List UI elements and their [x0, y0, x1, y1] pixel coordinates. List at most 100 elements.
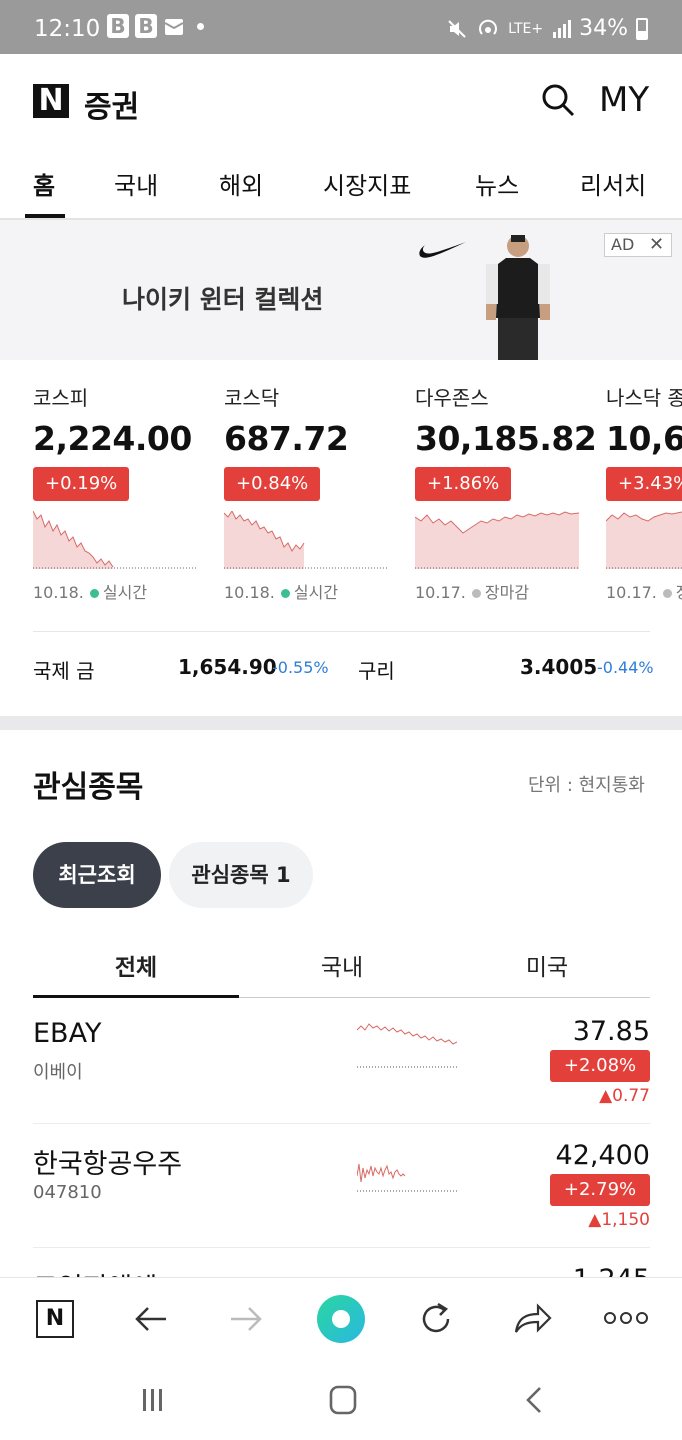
- stock-name: 한국항공우주: [33, 1149, 183, 1180]
- arrow-left-icon[interactable]: [134, 1300, 168, 1338]
- stock-code: 047810: [33, 1182, 102, 1203]
- ad-banner[interactable]: 나이키 윈터 컬렉션: [0, 220, 682, 360]
- nike-logo: [419, 242, 466, 258]
- tab-market-indicators[interactable]: 시장지표: [323, 166, 411, 201]
- commodity-value: 1,654.90: [178, 655, 277, 679]
- index-sparkline: [415, 511, 579, 569]
- search-icon[interactable]: [540, 82, 576, 118]
- index-footer: 10.17. 장마감: [415, 579, 595, 603]
- index-footer: 10.17. 장: [606, 579, 682, 603]
- stock-diff: ▲1,150: [588, 1210, 650, 1230]
- ad-text[interactable]: 나이키 윈터 컬렉션: [122, 280, 323, 316]
- index-footer: 10.18. 실시간: [33, 579, 213, 603]
- stock-rate-badge: +2.08%: [550, 1050, 650, 1082]
- index-card-kospi[interactable]: 코스피 2,224.00 +0.19% 10.18. 실시간: [33, 382, 213, 603]
- arrow-right-icon[interactable]: [229, 1300, 263, 1338]
- tab-overseas[interactable]: 해외: [219, 166, 263, 201]
- app-header: N 증권 MY: [0, 54, 682, 148]
- tab-research[interactable]: 리서치: [580, 166, 646, 201]
- divider: [33, 631, 650, 632]
- tab-home[interactable]: 홈: [33, 166, 55, 201]
- index-sparkline: [606, 511, 682, 569]
- status-bar: 12:10 B B LTE+ 34%: [0, 0, 682, 54]
- main-tabs: 홈 국내 해외 시장지표 뉴스 리서치: [0, 148, 682, 220]
- index-date: 10.18.: [33, 583, 84, 602]
- naver-logo[interactable]: N: [33, 84, 69, 118]
- index-sparkline: [33, 511, 197, 569]
- stock-name: EBAY: [33, 1018, 102, 1049]
- active-tab-indicator: [25, 214, 65, 218]
- browser-toolbar: N: [0, 1277, 682, 1363]
- battery-icon: [636, 17, 648, 40]
- network-type: LTE+: [508, 20, 544, 37]
- realtime-dot-icon: [89, 589, 99, 598]
- section-gap: [0, 716, 682, 730]
- more-icon[interactable]: [604, 1310, 648, 1326]
- back-button-icon[interactable]: [524, 1385, 544, 1415]
- ad-badge[interactable]: AD ✕: [604, 233, 672, 257]
- signal-icon: [553, 19, 572, 38]
- b-app-icon-2: B: [135, 14, 157, 38]
- index-name: 코스닥: [224, 386, 280, 410]
- battery-percent: 34%: [579, 16, 628, 41]
- naver-home-icon[interactable]: N: [36, 1300, 74, 1338]
- index-change-badge: +0.84%: [224, 467, 321, 501]
- index-value: 30,185.82: [415, 419, 597, 458]
- commodity-name[interactable]: 구리: [358, 655, 395, 684]
- commodity-value: 3.4005: [520, 655, 598, 679]
- commodity-name[interactable]: 국제 금: [33, 655, 95, 684]
- subtab-domestic[interactable]: 국내: [239, 948, 445, 982]
- tab-news[interactable]: 뉴스: [475, 166, 519, 201]
- index-card-nasdaq[interactable]: 나스닥 종 10,67 +3.43% 10.17. 장: [606, 382, 682, 603]
- index-status: 실시간: [293, 583, 339, 602]
- index-name: 다우존스: [415, 386, 489, 410]
- notification-icons: B B: [107, 14, 204, 38]
- stock-code: 이베이: [33, 1062, 83, 1083]
- refresh-icon[interactable]: [418, 1300, 454, 1338]
- status-time: 12:10: [34, 16, 101, 42]
- commodities-row: 국제 금 1,654.90 -0.55% 구리 3.4005 -0.44%: [0, 655, 682, 695]
- index-card-dow[interactable]: 다우존스 30,185.82 +1.86% 10.17. 장마감: [415, 382, 597, 603]
- index-name: 나스닥 종: [606, 386, 682, 410]
- subtab-us[interactable]: 미국: [444, 948, 650, 982]
- my-button[interactable]: MY: [599, 80, 649, 120]
- index-footer: 10.18. 실시간: [224, 579, 404, 603]
- chip-recent[interactable]: 최근조회: [33, 842, 161, 908]
- tab-domestic[interactable]: 국내: [114, 166, 158, 201]
- home-circle-icon[interactable]: [316, 1294, 366, 1344]
- chip-watchlist-1[interactable]: 관심종목 1: [169, 842, 313, 908]
- index-change-badge: +3.43%: [606, 467, 682, 501]
- recent-apps-icon[interactable]: [140, 1387, 166, 1413]
- system-nav-bar: [0, 1363, 682, 1440]
- index-date: 10.17.: [415, 583, 466, 602]
- stock-sparkline: [357, 1163, 457, 1192]
- realtime-dot-icon: [280, 589, 290, 598]
- watchlist-unit: 단위 : 현지통화: [528, 775, 645, 796]
- home-button-icon[interactable]: [329, 1385, 357, 1415]
- market-indices: 코스피 2,224.00 +0.19% 10.18. 실시간 코스닥 687.72…: [0, 360, 682, 635]
- share-icon[interactable]: [512, 1300, 552, 1338]
- system-status-icons: LTE+ 34%: [446, 16, 648, 41]
- stock-row[interactable]: 한국항공우주 047810 42,400 +2.79% ▲1,150: [33, 1124, 650, 1248]
- index-card-kosdaq[interactable]: 코스닥 687.72 +0.84% 10.18. 실시간: [224, 382, 404, 603]
- watchlist-subtabs: 전체 국내 미국: [33, 934, 650, 998]
- more-notifications-dot: [197, 22, 204, 30]
- index-status: 장: [676, 583, 682, 602]
- index-change-badge: +1.86%: [415, 467, 512, 501]
- index-status: 실시간: [102, 583, 148, 602]
- index-value: 687.72: [224, 419, 349, 458]
- index-change-badge: +0.19%: [33, 467, 130, 501]
- index-sparkline: [224, 511, 388, 569]
- index-status: 장마감: [484, 583, 530, 602]
- subtab-all[interactable]: 전체: [33, 948, 239, 982]
- stock-row[interactable]: EBAY 이베이 37.85 +2.08% ▲0.77: [33, 1000, 650, 1124]
- closed-dot-icon: [662, 589, 672, 598]
- ad-label: AD: [611, 235, 635, 254]
- index-value: 2,224.00: [33, 419, 192, 458]
- close-icon[interactable]: ✕: [649, 234, 664, 256]
- page-title[interactable]: 증권: [84, 82, 139, 126]
- index-name: 코스피: [33, 386, 89, 410]
- index-date: 10.17.: [606, 583, 657, 602]
- commodity-change: -0.55%: [272, 658, 329, 677]
- hotspot-icon: [479, 19, 498, 35]
